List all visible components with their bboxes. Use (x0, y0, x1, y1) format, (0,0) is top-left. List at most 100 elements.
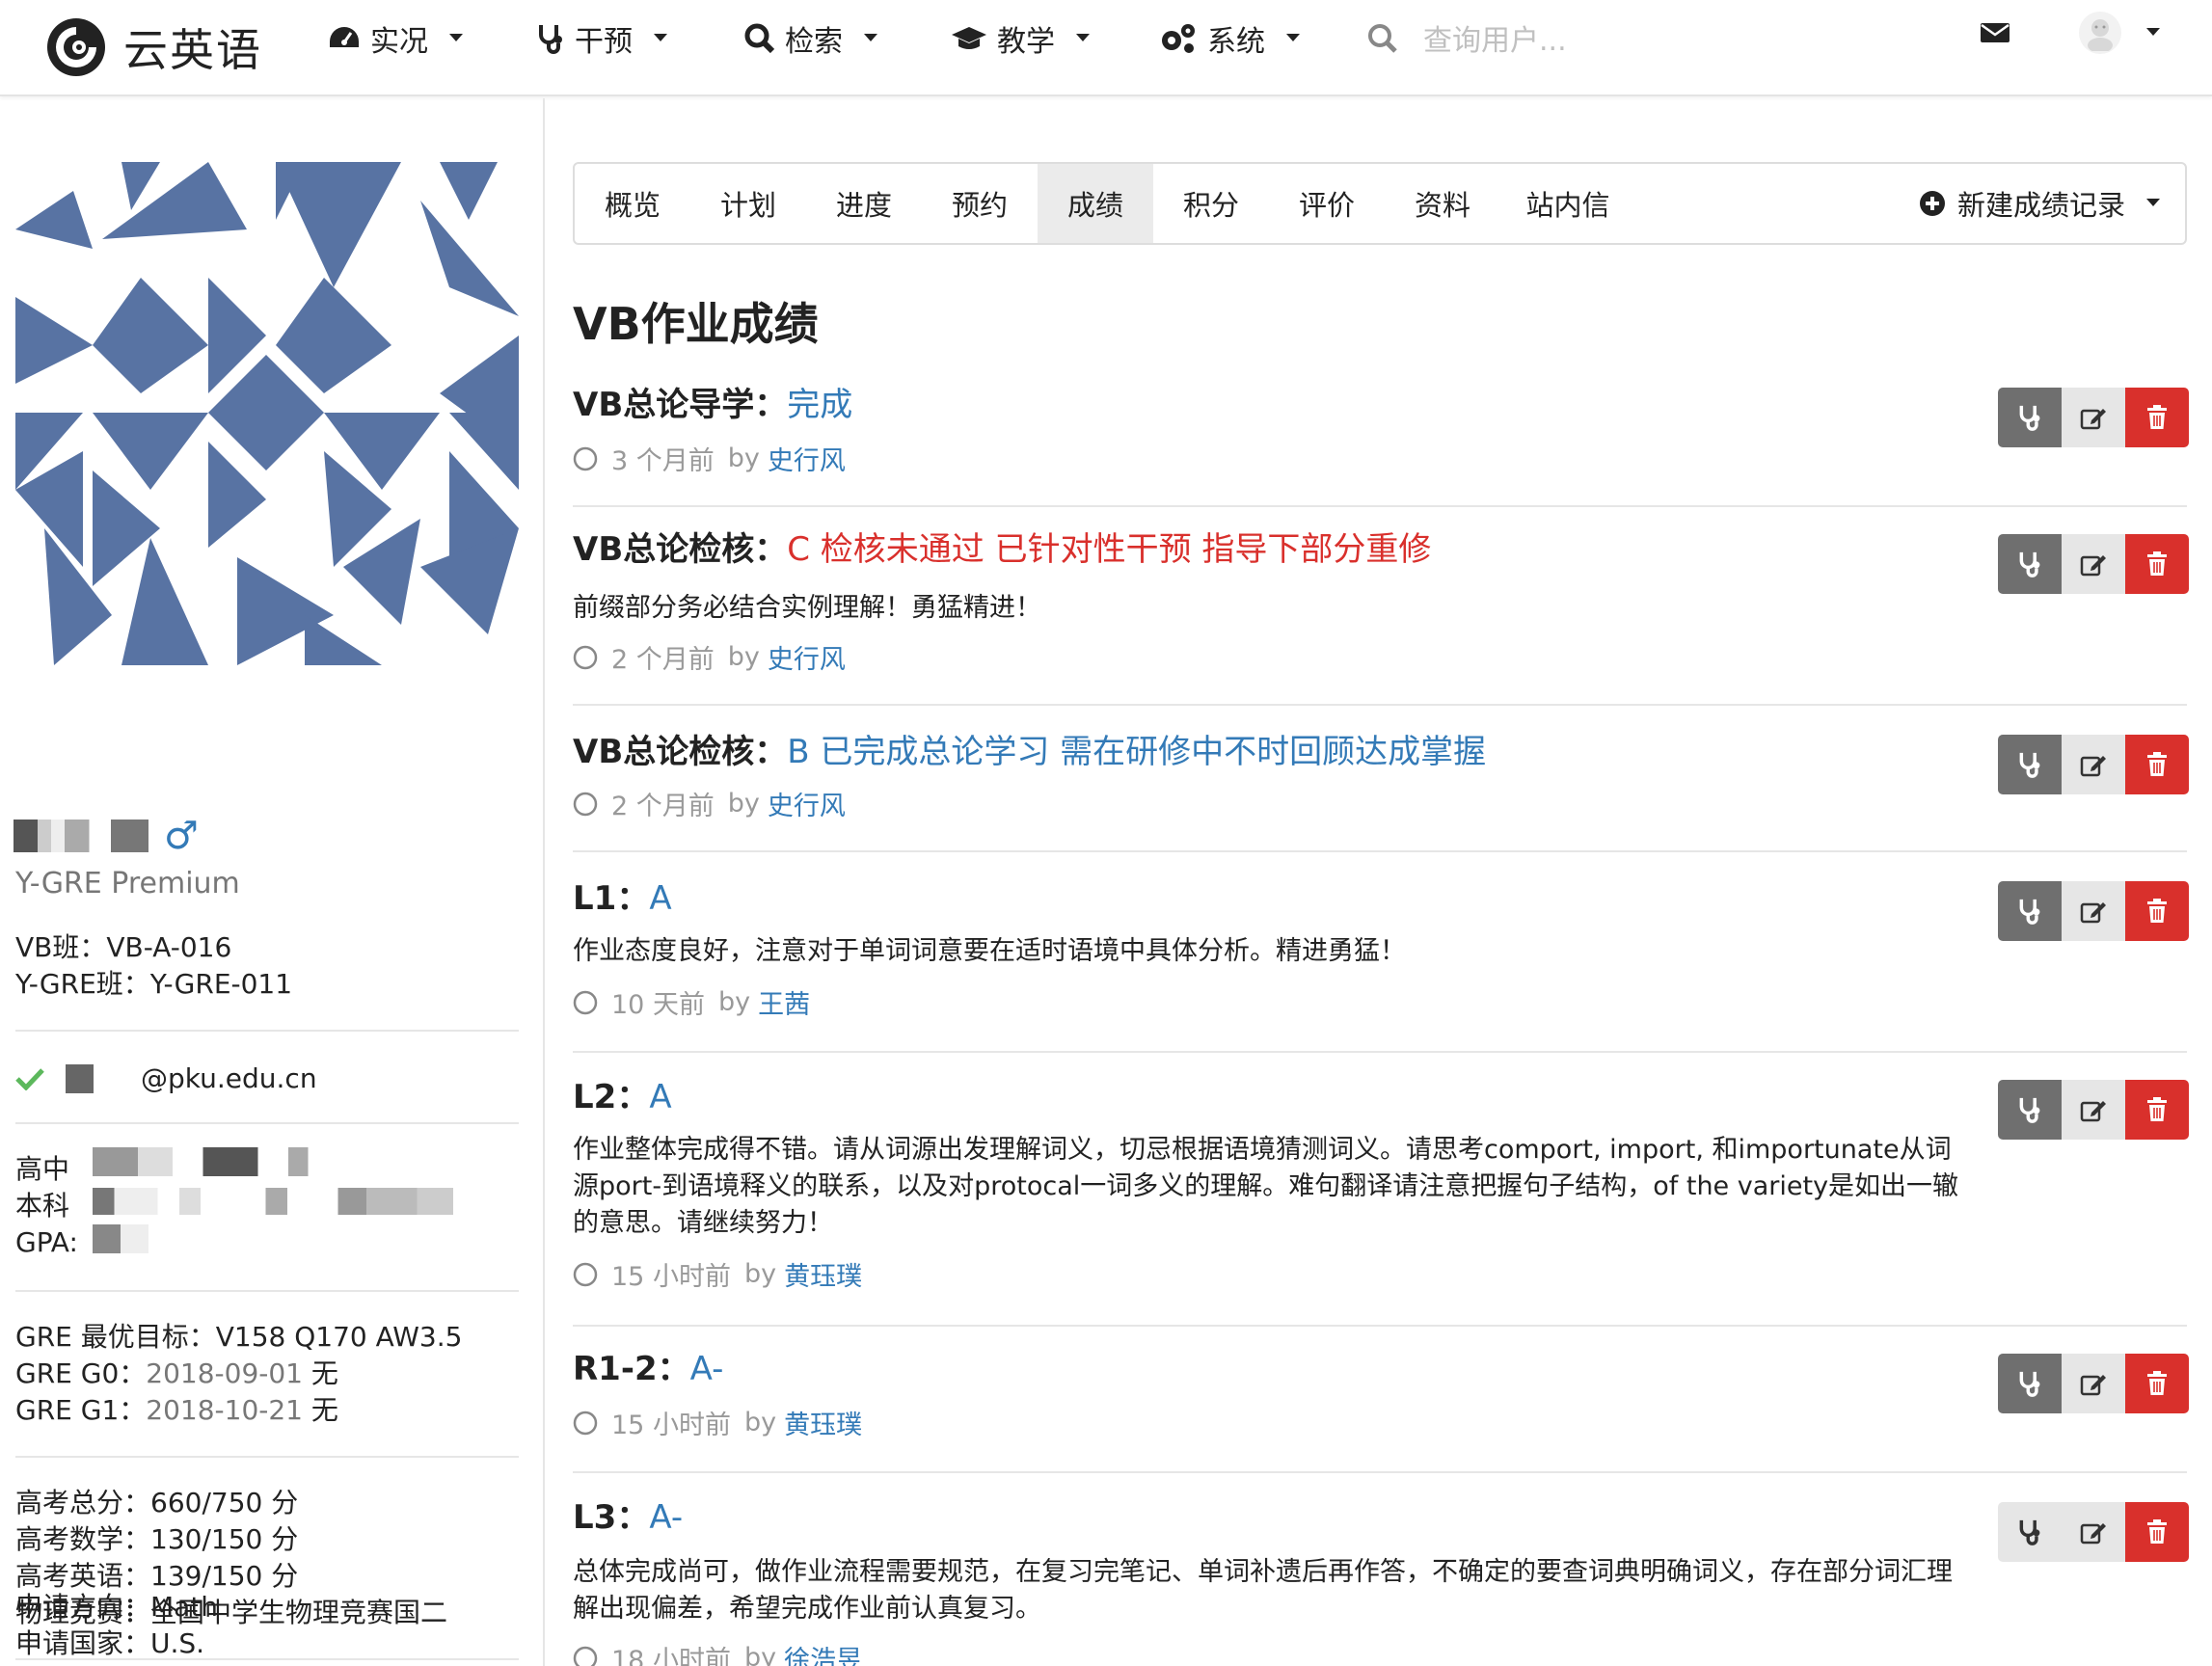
nav-item-search[interactable]: 检索 (744, 0, 877, 77)
edit-icon (2080, 551, 2107, 577)
record-author-link[interactable]: 史行风 (768, 785, 846, 822)
intervene-button[interactable] (1998, 881, 2062, 941)
intervene-button[interactable] (1998, 534, 2062, 594)
record-grade: B 已完成总论学习 需在研修中不时回顾达成掌握 (787, 733, 1487, 771)
edit-button[interactable] (2062, 1080, 2125, 1140)
user-menu[interactable] (2079, 12, 2160, 54)
tab-materials[interactable]: 资料 (1385, 164, 1500, 243)
record-by: by (743, 1643, 777, 1666)
student-name-row: ♂ (13, 814, 199, 858)
nav-item-intervene[interactable]: 干预 (536, 0, 667, 77)
redacted-school-info (93, 1188, 453, 1215)
search-icon (1367, 23, 1398, 58)
record-actions (1998, 388, 2189, 447)
record-time: 15 小时前 (611, 1262, 731, 1292)
chevron-down-icon (1076, 34, 1090, 43)
edit-button[interactable] (2062, 388, 2125, 447)
delete-button[interactable] (2125, 1502, 2189, 1562)
nav-item-system[interactable]: 系统 (1159, 0, 1300, 77)
intervene-button[interactable] (1998, 1502, 2062, 1562)
record-by: by (717, 987, 751, 1017)
record-author-link[interactable]: 黄珏璞 (784, 1404, 862, 1441)
tab-overview[interactable]: 概览 (575, 164, 690, 243)
page-title: VB作业成绩 (573, 298, 819, 350)
intervene-button[interactable] (1998, 1080, 2062, 1140)
delete-button[interactable] (2125, 388, 2189, 447)
record-grade: 完成 (787, 386, 853, 424)
delete-button[interactable] (2125, 1354, 2189, 1413)
record-grade: A- (689, 1350, 724, 1388)
top-navbar: 云英语 实况 干预 检索 教学 系统 (0, 0, 2212, 96)
trash-icon (2146, 1097, 2168, 1122)
delete-button[interactable] (2125, 1080, 2189, 1140)
edit-button[interactable] (2062, 534, 2125, 594)
edit-icon (2080, 1519, 2107, 1545)
divider (15, 1290, 519, 1292)
delete-button[interactable] (2125, 881, 2189, 941)
user-search-input[interactable] (1423, 23, 1713, 58)
trash-icon (2146, 899, 2168, 924)
chevron-down-icon (449, 34, 463, 43)
student-profile-sidebar: ♂ Y-GRE Premium VB班：VB-A-016 Y-GRE班：Y-GR… (0, 98, 545, 1666)
avatar (2079, 12, 2121, 54)
user-search[interactable] (1367, 13, 1713, 67)
record-by: by (727, 642, 760, 672)
edit-button[interactable] (2062, 1502, 2125, 1562)
nav-label: 实况 (370, 25, 428, 59)
redacted-email (66, 1064, 135, 1093)
record-divider (573, 1471, 2187, 1473)
gre-g1-label: GRE G1： (15, 1394, 147, 1426)
record-author-link[interactable]: 黄珏璞 (784, 1255, 862, 1293)
record-title-label: L1： (573, 879, 650, 918)
trash-icon (2146, 405, 2168, 430)
chevron-down-icon (2146, 199, 2160, 208)
record-meta: 18 小时前 by 徐浩昱 (573, 1639, 862, 1666)
clock-icon (573, 1411, 598, 1436)
record-author-link[interactable]: 史行风 (768, 440, 846, 477)
edit-button[interactable] (2062, 1354, 2125, 1413)
gears-icon (1159, 22, 1198, 55)
mail-icon[interactable] (1981, 21, 2010, 48)
record-author-link[interactable]: 史行风 (768, 638, 846, 676)
tab-progress[interactable]: 进度 (806, 164, 922, 243)
edit-button[interactable] (2062, 735, 2125, 794)
record-by: by (743, 1259, 777, 1289)
trash-icon (2146, 1519, 2168, 1545)
tab-messages[interactable]: 站内信 (1500, 164, 1635, 243)
tab-plan[interactable]: 计划 (690, 164, 806, 243)
stethoscope-icon (2017, 1518, 2042, 1546)
clock-icon (573, 990, 598, 1015)
delete-button[interactable] (2125, 735, 2189, 794)
intervene-button[interactable] (1998, 735, 2062, 794)
record-comment: 前缀部分务必结合实例理解！勇猛精进！ (573, 593, 1041, 623)
record-time: 2 个月前 (611, 645, 715, 675)
tab-appointment[interactable]: 预约 (922, 164, 1038, 243)
tab-reviews[interactable]: 评价 (1269, 164, 1385, 243)
gaokao-math: 高考数学：130/150 分 (15, 1523, 299, 1555)
record-author-link[interactable]: 徐浩昱 (784, 1639, 862, 1666)
clock-icon (573, 446, 598, 471)
intervene-button[interactable] (1998, 1354, 2062, 1413)
brand[interactable]: 云英语 (44, 8, 262, 87)
record-author-link[interactable]: 王茜 (758, 983, 810, 1021)
edit-button[interactable] (2062, 881, 2125, 941)
search-icon (744, 23, 775, 54)
divider (15, 1122, 519, 1124)
new-grade-record-button[interactable]: 新建成绩记录 (1919, 164, 2160, 243)
nav-item-teaching[interactable]: 教学 (951, 0, 1090, 77)
record-actions (1998, 534, 2189, 594)
cloud-logo-icon (47, 18, 105, 76)
record-divider (573, 704, 2187, 706)
intervene-button[interactable] (1998, 388, 2062, 447)
gre-target: GRE 最优目标：V158 Q170 AW3.5 (15, 1321, 463, 1353)
tab-points[interactable]: 积分 (1153, 164, 1269, 243)
tab-grades[interactable]: 成绩 (1038, 164, 1153, 243)
record-title: L2：A (573, 1070, 672, 1117)
nav-label: 系统 (1207, 25, 1265, 59)
record-time: 15 小时前 (611, 1411, 731, 1440)
gre-g0-date: 2018-09-01 (146, 1357, 303, 1389)
redacted-name (13, 820, 148, 852)
nav-item-live[interactable]: 实况 (328, 0, 463, 77)
delete-button[interactable] (2125, 534, 2189, 594)
record-divider (573, 850, 2187, 852)
